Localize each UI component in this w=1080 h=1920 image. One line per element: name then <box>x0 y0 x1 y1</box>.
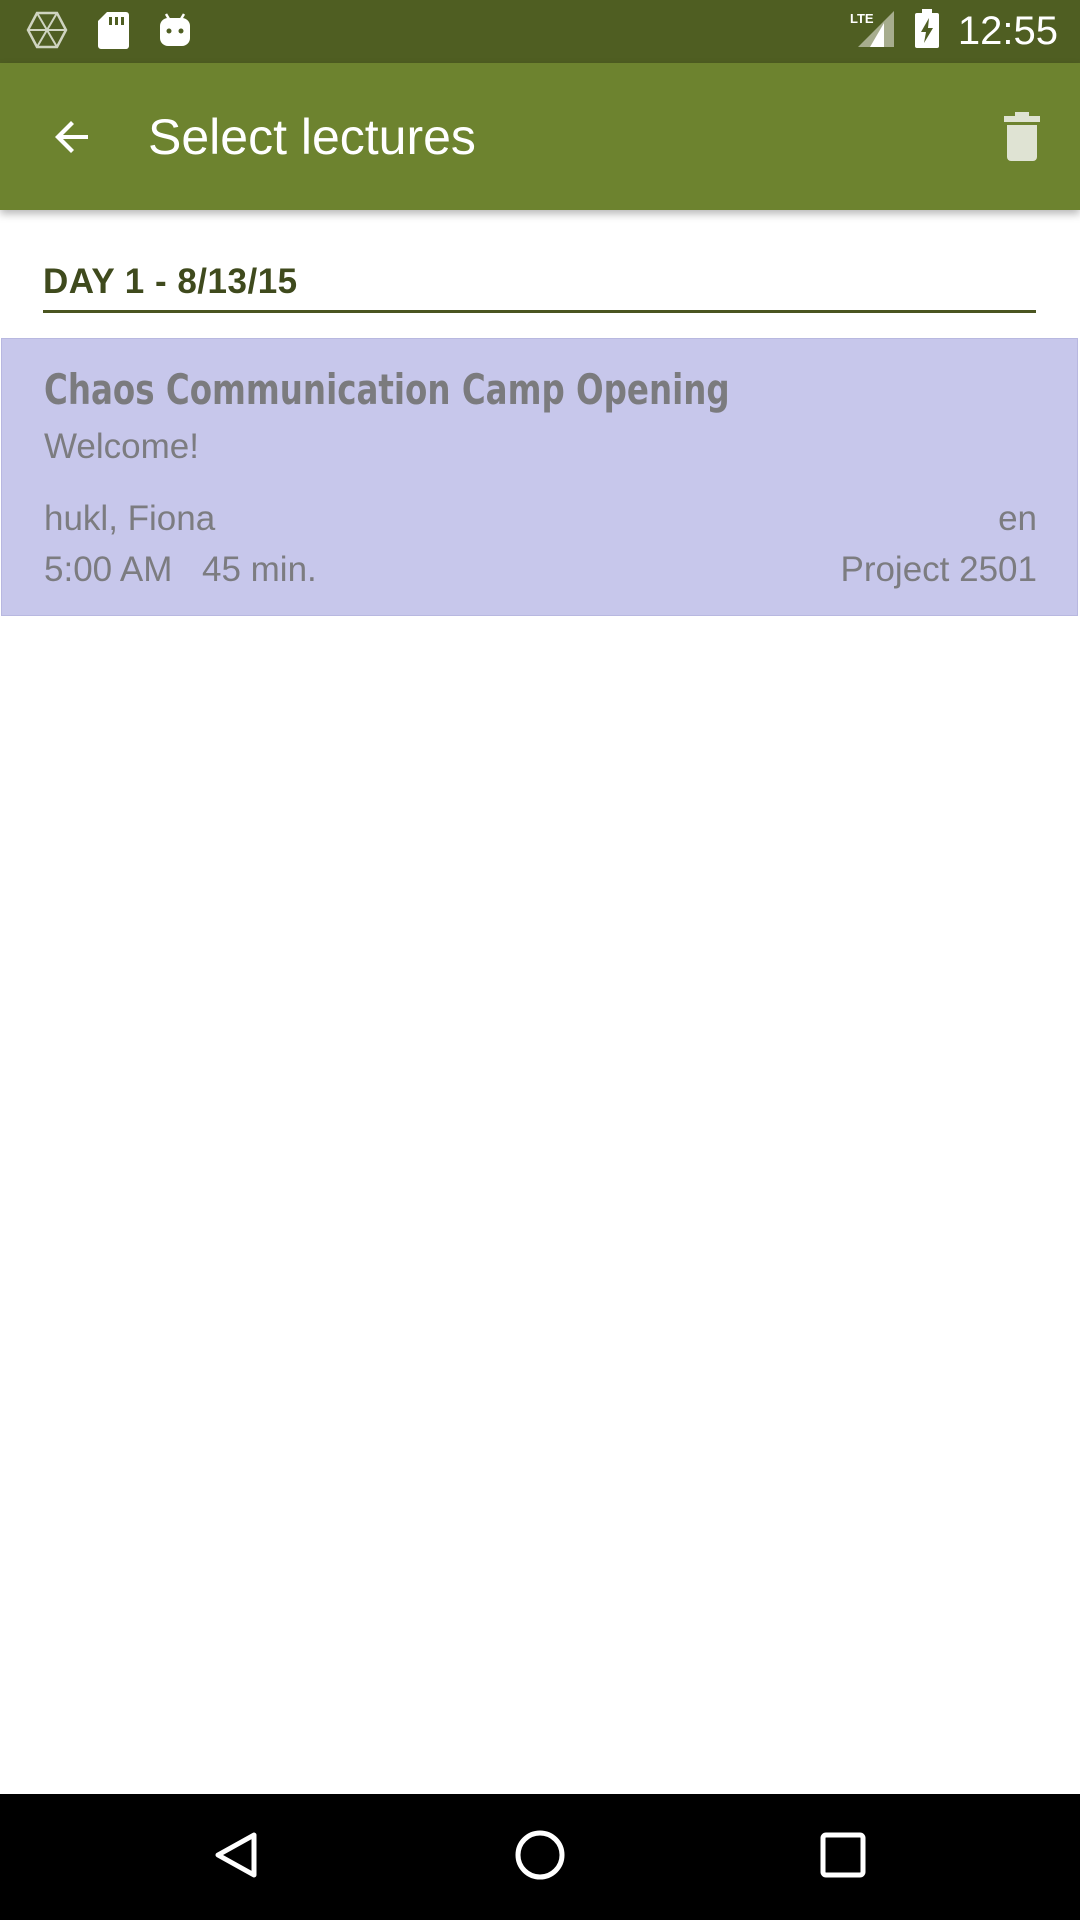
lecture-start-time: 5:00 AM <box>44 550 173 589</box>
day-header: DAY 1 - 8/13/15 <box>43 256 1036 313</box>
lecture-speakers: hukl, Fiona <box>44 499 216 538</box>
lecture-subtitle: Welcome! <box>44 427 199 466</box>
delete-icon <box>1002 111 1042 167</box>
arrow-back-icon <box>48 113 96 166</box>
page-title: Select lectures <box>148 109 476 165</box>
battery-charging-icon <box>914 9 940 54</box>
svg-text:LTE: LTE <box>850 11 874 26</box>
nav-back-icon <box>208 1827 264 1888</box>
android-icon <box>158 12 192 53</box>
nav-back-button[interactable] <box>196 1817 276 1897</box>
nav-home-button[interactable] <box>500 1817 580 1897</box>
navigation-bar <box>0 1794 1080 1920</box>
notification-icons <box>26 10 192 54</box>
lecture-item[interactable]: Chaos Communication Camp Opening Welcome… <box>1 338 1078 616</box>
lecture-duration: 45 min. <box>202 550 317 589</box>
delete-button[interactable] <box>984 101 1060 177</box>
status-bar: LTE 12:55 <box>0 0 1080 63</box>
back-button[interactable] <box>34 101 110 177</box>
lecture-title: Chaos Communication Camp Opening <box>44 365 730 414</box>
nav-recents-icon <box>815 1827 871 1888</box>
network-hub-icon <box>26 10 68 55</box>
lte-signal-icon: LTE <box>850 9 896 54</box>
system-status-icons: LTE 12:55 <box>850 0 1058 63</box>
nav-recents-button[interactable] <box>803 1817 883 1897</box>
status-time: 12:55 <box>957 9 1058 53</box>
lecture-language: en <box>998 499 1037 538</box>
nav-home-icon <box>512 1827 568 1888</box>
lecture-room: Project 2501 <box>840 550 1037 589</box>
sd-card-icon <box>96 10 130 55</box>
app-bar: Select lectures <box>0 63 1080 210</box>
